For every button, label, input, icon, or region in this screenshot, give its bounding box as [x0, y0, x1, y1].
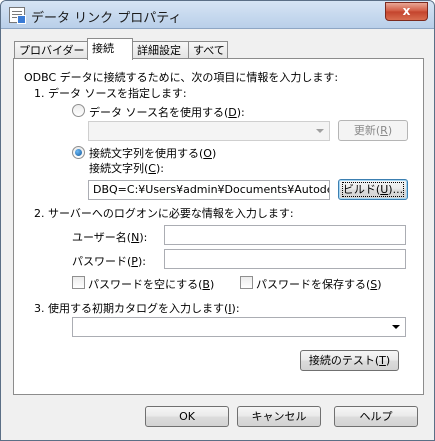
connection-string-radio-label: 接続文字列を使用する(O) [89, 147, 217, 160]
blank-password-checkbox[interactable] [72, 276, 85, 289]
save-password-label: パスワードを保存する(S) [256, 278, 382, 291]
initial-catalog-select[interactable] [72, 317, 406, 337]
connection-string-input[interactable]: DBQ=C:¥Users¥admin¥Documents¥Autodesk¥ [88, 180, 330, 200]
dsn-radio-label: データ ソース名を使用する(D): [89, 106, 245, 119]
step1-heading: 1. データ ソースを指定します: [34, 87, 187, 100]
tab-provider[interactable]: プロバイダー [14, 41, 88, 59]
build-button[interactable]: ビルド(U)... [338, 179, 408, 200]
dsn-select[interactable] [88, 121, 330, 141]
chevron-down-icon [316, 129, 324, 133]
step3-heading: 3. 使用する初期カタログを入力します(I): [34, 302, 240, 315]
password-input[interactable] [164, 249, 406, 269]
test-connection-button[interactable]: 接続のテスト(T) [300, 350, 399, 371]
refresh-button[interactable]: 更新(R) [338, 120, 408, 141]
close-button[interactable]: x [385, 2, 428, 21]
tab-connection[interactable]: 接続 [87, 38, 133, 60]
tab-all[interactable]: すべて [188, 41, 228, 59]
save-password-checkbox[interactable] [240, 276, 253, 289]
data-link-properties-dialog: データ リンク プロパティ x プロバイダー 接続 詳細設定 すべて ODBC … [0, 0, 435, 441]
title-bar: データ リンク プロパティ x [1, 1, 434, 29]
username-label: ユーザー名(N): [72, 231, 148, 244]
help-button[interactable]: ヘルプ [334, 406, 418, 427]
focus-rect [342, 182, 404, 197]
window-title: データ リンク プロパティ [31, 11, 182, 26]
blank-password-label: パスワードを空にする(B) [88, 278, 215, 291]
intro-text: ODBC データに接続するために、次の項目に情報を入力します: [24, 71, 339, 84]
cancel-button[interactable]: キャンセル [237, 406, 321, 427]
connection-panel: ODBC データに接続するために、次の項目に情報を入力します: 1. データ ソ… [13, 58, 424, 395]
data-link-icon [9, 7, 26, 24]
connection-string-label: 接続文字列(C): [89, 162, 164, 175]
tab-advanced[interactable]: 詳細設定 [132, 41, 189, 59]
chevron-down-icon [392, 325, 400, 329]
step2-heading: 2. サーバーへのログオンに必要な情報を入力します: [34, 207, 294, 220]
ok-button[interactable]: OK [145, 406, 229, 427]
username-input[interactable] [164, 225, 406, 245]
password-label: パスワード(P): [72, 255, 146, 268]
dsn-radio[interactable] [72, 104, 85, 117]
connection-string-radio[interactable] [72, 146, 85, 159]
